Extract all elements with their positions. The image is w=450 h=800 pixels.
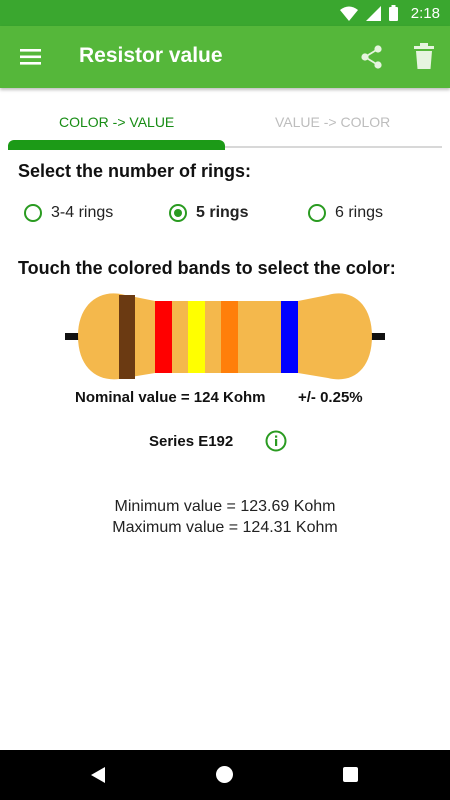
radio-circle[interactable]	[308, 204, 326, 222]
nominal-value: Nominal value = 124 Kohm	[75, 389, 266, 406]
radio-label: 5 rings	[196, 204, 249, 221]
radio-label: 3-4 rings	[51, 204, 114, 221]
status-bar: 2:18	[0, 0, 450, 26]
app-bar: Resistor value	[0, 26, 450, 88]
radio-5-rings[interactable]: 5 rings	[169, 204, 248, 222]
radio-3-4-rings[interactable]: 3-4 rings	[24, 204, 113, 222]
resistor-diagram	[65, 293, 385, 380]
wifi-icon	[340, 6, 358, 21]
app-title: Resistor value	[79, 44, 223, 67]
radio-6-rings[interactable]: 6 rings	[308, 204, 383, 222]
recents-icon[interactable]	[343, 767, 358, 782]
rings-section-title: Select the number of rings:	[18, 161, 252, 181]
menu-icon[interactable]	[18, 44, 44, 70]
battery-icon	[389, 5, 398, 21]
bands-section-title: Touch the colored bands to select the co…	[18, 258, 396, 278]
band-5-blue[interactable]	[281, 301, 298, 373]
tab-color-to-value[interactable]: COLOR -> VALUE	[59, 114, 174, 130]
navigation-bar	[0, 750, 450, 800]
radio-circle[interactable]	[24, 204, 42, 222]
tab-bar: COLOR -> VALUE VALUE -> COLOR	[0, 88, 450, 150]
maximum-value: Maximum value = 124.31 Kohm	[112, 519, 338, 536]
back-icon[interactable]	[89, 766, 107, 784]
home-icon[interactable]	[216, 766, 233, 783]
tab-value-to-color[interactable]: VALUE -> COLOR	[275, 114, 390, 130]
delete-icon[interactable]	[411, 42, 437, 70]
minimum-value: Minimum value = 123.69 Kohm	[114, 498, 336, 515]
share-icon[interactable]	[359, 44, 385, 70]
signal-icon	[366, 5, 381, 21]
active-tab-indicator	[8, 140, 225, 150]
tab-divider	[225, 146, 442, 148]
tolerance-value: +/- 0.25%	[298, 389, 363, 406]
band-3-yellow[interactable]	[188, 301, 205, 373]
band-4-orange[interactable]	[221, 301, 238, 373]
series-label: Series E192	[149, 433, 234, 450]
radio-circle-selected[interactable]	[169, 204, 187, 222]
status-icons	[340, 5, 398, 21]
status-time: 2:18	[410, 5, 440, 22]
band-1-brown[interactable]	[119, 295, 135, 379]
band-2-red[interactable]	[155, 301, 172, 373]
info-icon[interactable]	[265, 430, 287, 452]
radio-label: 6 rings	[335, 204, 384, 221]
